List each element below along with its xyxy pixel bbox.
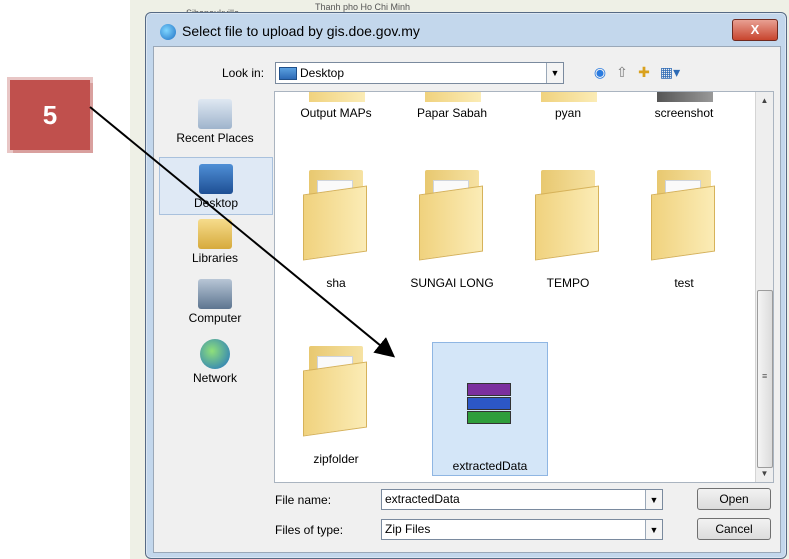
scroll-up-icon[interactable]: ▲ bbox=[756, 92, 773, 109]
file-list-pane: Output MAPs Papar Sabah pyan screenshot … bbox=[274, 91, 774, 483]
scroll-down-icon[interactable]: ▼ bbox=[756, 465, 773, 482]
winrar-archive-icon bbox=[467, 383, 511, 425]
map-label-hcmc: Thanh pho Ho Chi Minh bbox=[315, 2, 411, 12]
desktop-icon bbox=[199, 164, 233, 194]
folder-icon bbox=[657, 92, 713, 102]
look-in-dropdown[interactable]: Desktop ▼ bbox=[275, 62, 564, 84]
file-upload-dialog: Select file to upload by gis.doe.gov.my … bbox=[145, 12, 787, 559]
file-label: extractedData bbox=[452, 459, 528, 473]
file-label: Papar Sabah bbox=[416, 106, 488, 120]
folder-item[interactable]: screenshot bbox=[629, 92, 739, 124]
place-computer[interactable]: Computer bbox=[159, 279, 271, 325]
file-type-select[interactable]: Zip Files ▼ bbox=[381, 519, 663, 540]
file-label: SUNGAI LONG bbox=[410, 276, 494, 290]
dialog-titlebar[interactable]: Select file to upload by gis.doe.gov.my … bbox=[146, 13, 786, 45]
file-label: Output MAPs bbox=[300, 106, 372, 120]
places-bar: Recent Places Desktop Libraries Computer… bbox=[159, 97, 273, 487]
file-type-value: Zip Files bbox=[385, 522, 431, 536]
place-label: Desktop bbox=[193, 196, 239, 210]
views-menu-icon[interactable]: ▦▾ bbox=[658, 64, 682, 80]
folder-icon bbox=[535, 170, 601, 261]
desktop-icon bbox=[279, 67, 297, 80]
file-name-label: File name: bbox=[275, 493, 332, 507]
back-icon[interactable]: ◉ bbox=[592, 64, 608, 80]
folder-icon bbox=[303, 346, 369, 437]
chevron-down-icon[interactable]: ▼ bbox=[645, 490, 662, 509]
folder-item[interactable]: zipfolder bbox=[281, 340, 391, 468]
dialog-title: Select file to upload by gis.doe.gov.my bbox=[182, 23, 420, 39]
file-label: test bbox=[674, 276, 694, 290]
folder-item[interactable]: Output MAPs bbox=[281, 92, 391, 124]
grip-icon: ≡ bbox=[762, 371, 768, 381]
up-folder-icon[interactable]: ⇧ bbox=[614, 64, 630, 80]
file-type-label: Files of type: bbox=[275, 523, 344, 537]
file-label: sha bbox=[326, 276, 346, 290]
step-callout-badge: 5 bbox=[10, 80, 90, 150]
look-in-value: Desktop bbox=[300, 66, 345, 80]
recent-places-icon bbox=[198, 99, 232, 129]
place-label: Libraries bbox=[191, 251, 239, 265]
place-label: Network bbox=[192, 371, 237, 385]
new-folder-icon[interactable]: ✚ bbox=[636, 64, 652, 80]
file-name-input[interactable]: extractedData ▼ bbox=[381, 489, 663, 510]
place-libraries[interactable]: Libraries bbox=[159, 219, 271, 265]
folder-item[interactable]: sha bbox=[281, 164, 391, 292]
file-label: zipfolder bbox=[313, 452, 359, 466]
folder-item[interactable]: SUNGAI LONG bbox=[397, 164, 507, 292]
folder-icon bbox=[309, 92, 365, 102]
folder-icon bbox=[419, 170, 485, 261]
folder-icon bbox=[651, 170, 717, 261]
folder-icon bbox=[425, 92, 481, 102]
file-list-scrollbar[interactable]: ▲ ≡ ▼ bbox=[755, 92, 773, 482]
file-label: TEMPO bbox=[546, 276, 590, 290]
scrollbar-thumb[interactable]: ≡ bbox=[757, 290, 773, 468]
libraries-icon bbox=[198, 219, 232, 249]
chevron-down-icon[interactable]: ▼ bbox=[546, 63, 563, 83]
folder-item[interactable]: TEMPO bbox=[513, 164, 623, 292]
look-in-label: Look in: bbox=[222, 66, 265, 80]
place-recent-places[interactable]: Recent Places bbox=[159, 99, 271, 145]
file-label: screenshot bbox=[654, 106, 714, 120]
place-label: Recent Places bbox=[176, 131, 254, 145]
computer-icon bbox=[198, 279, 232, 309]
file-name-value: extractedData bbox=[385, 492, 460, 506]
file-item-selected[interactable]: extractedData bbox=[432, 342, 548, 476]
folder-icon bbox=[541, 92, 597, 102]
place-network[interactable]: Network bbox=[159, 339, 271, 385]
folder-icon bbox=[303, 170, 369, 261]
file-label: pyan bbox=[554, 106, 582, 120]
place-desktop[interactable]: Desktop bbox=[159, 157, 273, 215]
cancel-button[interactable]: Cancel bbox=[697, 518, 771, 540]
network-icon bbox=[200, 339, 230, 369]
place-label: Computer bbox=[188, 311, 242, 325]
dialog-client: Look in: Desktop ▼ ◉ ⇧ ✚ ▦▾ Recent Place… bbox=[153, 46, 781, 553]
folder-item[interactable]: Papar Sabah bbox=[397, 92, 507, 124]
close-button[interactable]: X bbox=[732, 19, 778, 41]
browser-icon bbox=[160, 24, 176, 40]
folder-item[interactable]: test bbox=[629, 164, 739, 292]
folder-item[interactable]: pyan bbox=[513, 92, 623, 124]
open-button[interactable]: Open bbox=[697, 488, 771, 510]
chevron-down-icon[interactable]: ▼ bbox=[645, 520, 662, 539]
